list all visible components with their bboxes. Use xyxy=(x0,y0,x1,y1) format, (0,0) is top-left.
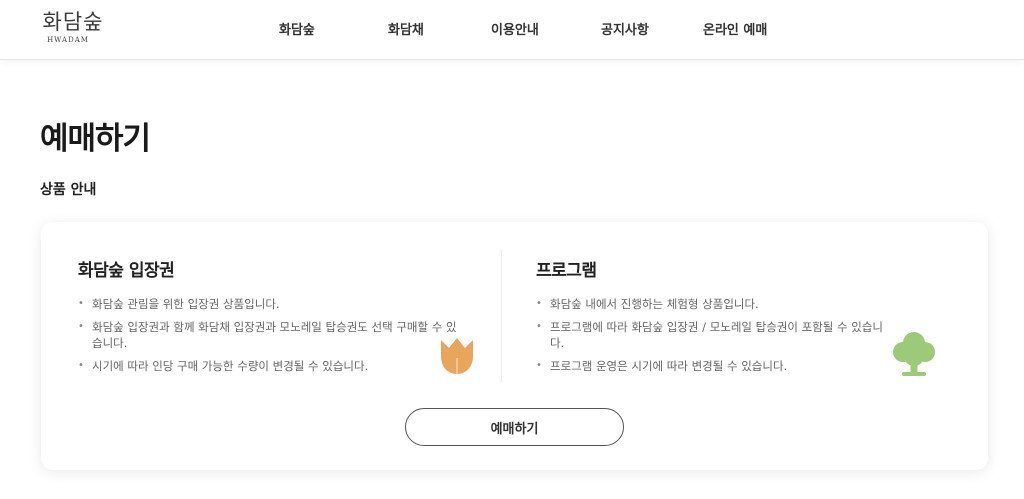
product-description-list: 화담숲 내에서 진행하는 체험형 상품입니다. 프로그램에 따라 화담숲 입장권… xyxy=(536,296,886,374)
card-divider xyxy=(501,250,502,382)
product-program: 프로그램 화담숲 내에서 진행하는 체험형 상품입니다. 프로그램에 따라 화담… xyxy=(536,256,886,381)
nav-online-booking[interactable]: 온라인 예매 xyxy=(703,19,767,38)
list-item: 화담숲 내에서 진행하는 체험형 상품입니다. xyxy=(536,296,886,312)
site-header: 화담숲 HWADAM 화담숲 화담채 이용안내 공지사항 온라인 예매 xyxy=(0,0,1024,60)
logo[interactable]: 화담숲 HWADAM xyxy=(38,9,108,53)
list-item: 화담숲 입장권과 함께 화담채 입장권과 모노레일 탑승권도 선택 구매할 수 … xyxy=(78,319,458,351)
product-title: 프로그램 xyxy=(536,261,597,281)
product-description-list: 화담숲 관림을 위한 입장권 상품입니다. 화담숲 입장권과 함께 화담채 입장… xyxy=(78,296,458,374)
tulip-icon xyxy=(441,338,473,374)
product-title: 화담숲 입장권 xyxy=(78,261,175,281)
list-item: 프로그램 운영은 시기에 따라 변경될 수 있습니다. xyxy=(536,358,886,374)
nav-notice[interactable]: 공지사항 xyxy=(601,19,649,38)
tree-icon xyxy=(893,332,935,376)
list-item: 시기에 따라 인당 구매 가능한 수량이 변경될 수 있습니다. xyxy=(78,358,458,374)
booking-button[interactable]: 예매하기 xyxy=(405,408,624,446)
list-item: 프로그램에 따라 화담숲 입장권 / 모노레일 탑승권이 포함될 수 있습니다. xyxy=(536,319,886,351)
nav-hwadamsup[interactable]: 화담숲 xyxy=(279,19,315,38)
nav-usage-guide[interactable]: 이용안내 xyxy=(491,19,539,38)
logo-subtext: HWADAM xyxy=(47,36,89,44)
section-label: 상품 안내 xyxy=(40,182,97,198)
logo-text: 화담숲 xyxy=(42,10,104,34)
product-card: 화담숲 입장권 화담숲 관림을 위한 입장권 상품입니다. 화담숲 입장권과 함… xyxy=(41,222,988,470)
product-ticket: 화담숲 입장권 화담숲 관림을 위한 입장권 상품입니다. 화담숲 입장권과 함… xyxy=(78,256,458,381)
page-title: 예매하기 xyxy=(40,121,151,157)
list-item: 화담숲 관림을 위한 입장권 상품입니다. xyxy=(78,296,458,312)
nav-hwadamchae[interactable]: 화담채 xyxy=(388,19,424,38)
